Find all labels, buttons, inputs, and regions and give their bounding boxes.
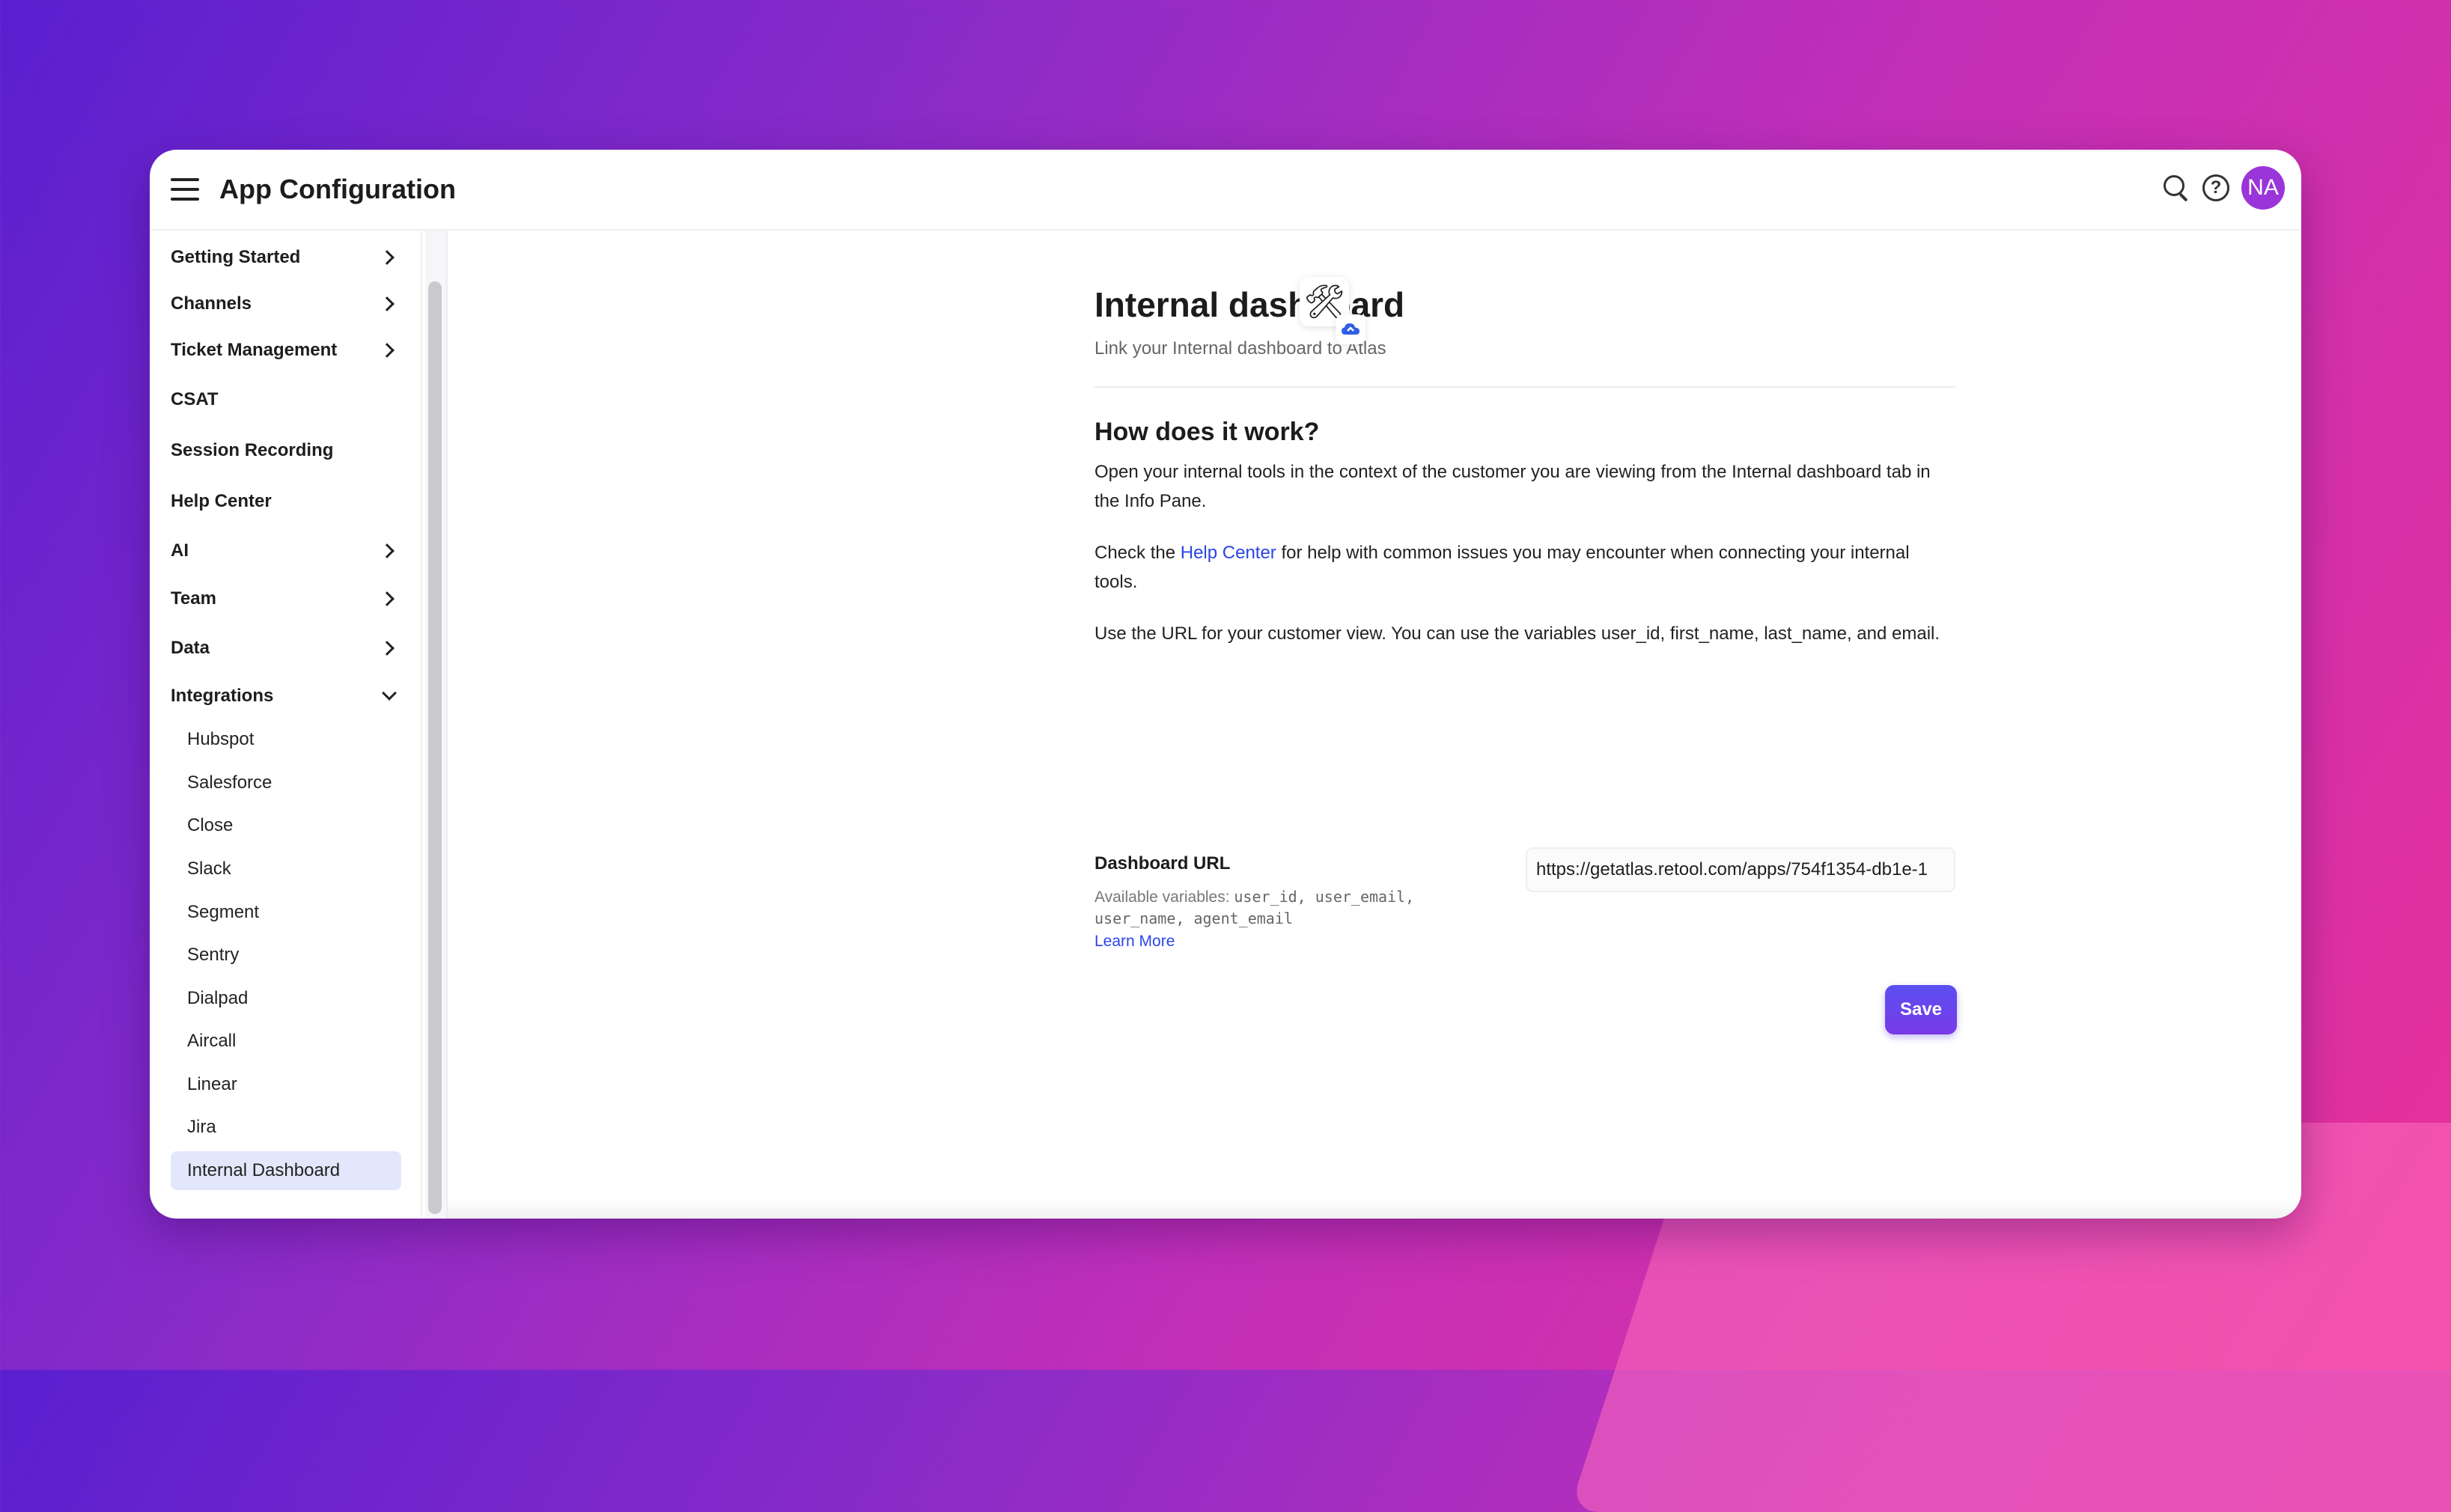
save-button[interactable]: Save (1885, 985, 1957, 1034)
top-bar: App Configuration ? NA (150, 150, 2301, 231)
sidebar-item-csat[interactable]: CSAT (171, 382, 401, 418)
dashboard-url-help: Available variables: user_id, user_email… (1094, 886, 1446, 952)
top-right-actions: ? NA (2162, 166, 2285, 210)
sidebar-subitem-linear[interactable]: Linear (171, 1065, 401, 1104)
sidebar-divider (421, 231, 422, 1219)
dashboard-url-field-row: Dashboard URL Available variables: user_… (1094, 847, 1955, 958)
sidebar-item-label: Getting Started (171, 247, 301, 267)
sidebar-item-session-recording[interactable]: Session Recording (171, 433, 401, 469)
sidebar-subitem-hubspot[interactable]: Hubspot (171, 720, 401, 759)
sidebar-item-help-center[interactable]: Help Center (171, 484, 401, 519)
sidebar-subitem-sentry[interactable]: Sentry (171, 936, 401, 975)
sidebar-item-label: Team (171, 588, 216, 609)
help-icon[interactable]: ? (2202, 174, 2229, 201)
help-paragraph-prefix: Check the (1094, 543, 1181, 563)
main-content: Internal dashboard Link your Internal da… (448, 231, 2301, 1219)
sidebar-item-getting-started[interactable]: Getting Started (171, 240, 401, 275)
variables-prefix: Available variables: (1094, 888, 1234, 906)
chevron-right-icon (380, 542, 398, 560)
chevron-right-icon (380, 295, 398, 313)
search-icon[interactable] (2162, 174, 2190, 202)
sidebar-item-channels[interactable]: Channels (171, 286, 401, 322)
app-window: App Configuration ? NA Getting Started C… (150, 150, 2301, 1219)
sidebar-nav: Getting Started Channels Ticket Manageme… (150, 231, 421, 1219)
help-paragraph: Check the Help Center for help with comm… (1094, 538, 1955, 597)
sidebar-item-label: Session Recording (171, 440, 334, 460)
cloud-icon (1336, 314, 1365, 344)
avatar[interactable]: NA (2241, 166, 2285, 210)
sidebar-item-ai[interactable]: AI (171, 533, 401, 569)
sidebar-subitem-jira[interactable]: Jira (171, 1108, 401, 1147)
bottom-fade (448, 1199, 2301, 1219)
how-it-works-section: How does it work? Open your internal too… (1094, 418, 1955, 648)
help-center-link[interactable]: Help Center (1181, 543, 1276, 563)
intro-paragraph: Open your internal tools in the context … (1094, 462, 1931, 511)
chevron-down-icon (380, 687, 398, 705)
page-header: Internal dashboard Link your Internal da… (1094, 284, 1955, 359)
chevron-right-icon (380, 341, 398, 359)
sidebar-subitem-dialpad[interactable]: Dialpad (171, 979, 401, 1018)
hamburger-menu-icon[interactable] (171, 178, 199, 201)
chevron-right-icon (380, 590, 398, 608)
sidebar-item-label: Help Center (171, 491, 272, 511)
page-title: Internal dashboard (1094, 285, 1405, 324)
sidebar-item-team[interactable]: Team (171, 581, 401, 617)
sidebar-item-ticket-management[interactable]: Ticket Management (171, 332, 401, 368)
chevron-right-icon (380, 639, 398, 657)
sidebar-item-label: Integrations (171, 686, 274, 706)
section-title: How does it work? (1094, 418, 1320, 446)
dashboard-url-input[interactable]: https://getatlas.retool.com/apps/754f135… (1526, 847, 1955, 892)
url-paragraph: Use the URL for your customer view. You … (1094, 624, 1940, 644)
sidebar-subitem-segment[interactable]: Segment (171, 893, 401, 932)
sidebar-item-label: AI (171, 540, 189, 561)
sidebar-item-label: Data (171, 638, 210, 658)
sidebar-subitem-internal-dashboard[interactable]: Internal Dashboard (171, 1151, 401, 1190)
sidebar-subitem-close[interactable]: Close (171, 806, 401, 845)
learn-more-link[interactable]: Learn More (1094, 931, 1446, 952)
sidebar-item-data[interactable]: Data (171, 630, 401, 666)
sidebar-item-label: Ticket Management (171, 340, 338, 360)
page-subtitle: Link your Internal dashboard to Atlas (1094, 338, 1386, 359)
sidebar-item-integrations[interactable]: Integrations (171, 678, 401, 714)
section-divider (1094, 386, 1955, 388)
app-title: App Configuration (219, 174, 456, 204)
sidebar-subitem-slack[interactable]: Slack (171, 850, 401, 888)
chevron-right-icon (380, 249, 398, 266)
sidebar-item-label: CSAT (171, 389, 219, 409)
sidebar-item-label: Channels (171, 293, 252, 314)
sidebar-subitem-salesforce[interactable]: Salesforce (171, 763, 401, 802)
sidebar-scrollbar-thumb[interactable] (428, 281, 442, 1214)
sidebar-subitem-aircall[interactable]: Aircall (171, 1022, 401, 1061)
sidebar: Getting Started Channels Ticket Manageme… (150, 231, 448, 1219)
